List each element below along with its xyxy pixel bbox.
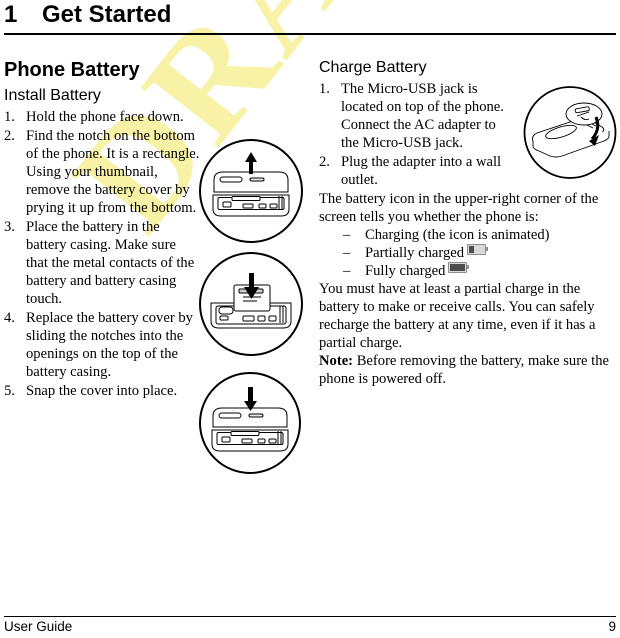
status-text: Charging (the icon is animated) xyxy=(365,227,550,243)
micro-usb-jack-illustration xyxy=(523,83,617,182)
step-text: Plug the adapter into a wall outlet. xyxy=(341,154,502,188)
list-item: 1. The Micro-USB jack is located on top … xyxy=(319,80,515,152)
page-number: 9 xyxy=(608,619,616,634)
step-marker: 3. xyxy=(4,219,15,235)
document-page: DRAFT 1 Get Started Phone Battery Instal… xyxy=(0,0,620,638)
charge-body-paragraph: You must have at least a partial charge … xyxy=(319,281,596,351)
footer-row: User Guide 9 xyxy=(4,617,616,636)
chapter-heading: 1 Get Started xyxy=(4,0,614,30)
step-marker: 2. xyxy=(319,154,330,170)
dash-marker: – xyxy=(343,263,351,279)
dash-marker: – xyxy=(343,227,351,243)
step-marker: 1. xyxy=(4,109,15,125)
remove-cover-illustration xyxy=(196,136,306,246)
step-text: Place the battery in the battery casing.… xyxy=(26,219,195,307)
list-item: 2. Find the notch on the bottom of the p… xyxy=(4,127,200,217)
step-text: The Micro-USB jack is located on top of … xyxy=(341,81,504,151)
status-text: Partially charged xyxy=(365,245,465,261)
step-text: Snap the cover into place. xyxy=(26,383,178,399)
battery-partial-icon xyxy=(467,244,489,255)
snap-cover-svg xyxy=(199,372,301,474)
section-heading-charge-battery: Charge Battery xyxy=(319,59,427,76)
list-item: – Fully charged xyxy=(319,262,617,280)
list-item: 4. Replace the battery cover by sliding … xyxy=(4,309,200,381)
step-marker: 5. xyxy=(4,383,15,399)
chapter-number: 1 xyxy=(4,1,18,28)
page-footer: User Guide 9 xyxy=(4,616,616,636)
note-text: Before removing the battery, make sure t… xyxy=(319,353,610,387)
step-marker: 4. xyxy=(4,310,15,326)
step-text: Find the notch on the bottom of the phon… xyxy=(26,128,200,216)
header-rule xyxy=(4,33,616,35)
micro-usb-jack-svg xyxy=(523,86,617,179)
note-paragraph: Note: Before removing the battery, make … xyxy=(319,352,617,388)
list-item: 2. Plug the adapter into a wall outlet. xyxy=(319,153,515,189)
footer-left-label: User Guide xyxy=(4,619,73,634)
section-heading-phone-battery: Phone Battery xyxy=(4,59,140,81)
remove-cover-svg xyxy=(199,139,303,243)
list-item: 3. Place the battery in the battery casi… xyxy=(4,218,200,308)
battery-full-icon xyxy=(448,262,470,273)
list-item: – Charging (the icon is animated) xyxy=(319,226,617,244)
step-marker: 2. xyxy=(4,128,15,144)
snap-cover-illustration xyxy=(196,369,304,477)
status-text: Fully charged xyxy=(365,263,446,279)
chapter-header: 1 Get Started xyxy=(4,0,616,35)
step-text: Hold the phone face down. xyxy=(26,109,184,125)
insert-battery-svg xyxy=(199,252,303,356)
list-item: 5. Snap the cover into place. xyxy=(4,382,204,400)
step-marker: 1. xyxy=(319,81,330,97)
dash-marker: – xyxy=(343,245,351,261)
step-text: Replace the battery cover by sliding the… xyxy=(26,310,193,380)
note-label: Note: xyxy=(319,353,354,369)
insert-battery-illustration xyxy=(196,249,306,359)
list-item: 1. Hold the phone face down. xyxy=(4,108,310,126)
battery-icon-intro-paragraph: The battery icon in the upper-right corn… xyxy=(319,191,599,225)
list-item: – Partially charged xyxy=(319,244,617,262)
chapter-title: Get Started xyxy=(42,1,172,28)
battery-status-list: – Charging (the icon is animated) – Part… xyxy=(319,226,617,280)
subsection-heading-install-battery: Install Battery xyxy=(4,87,101,104)
